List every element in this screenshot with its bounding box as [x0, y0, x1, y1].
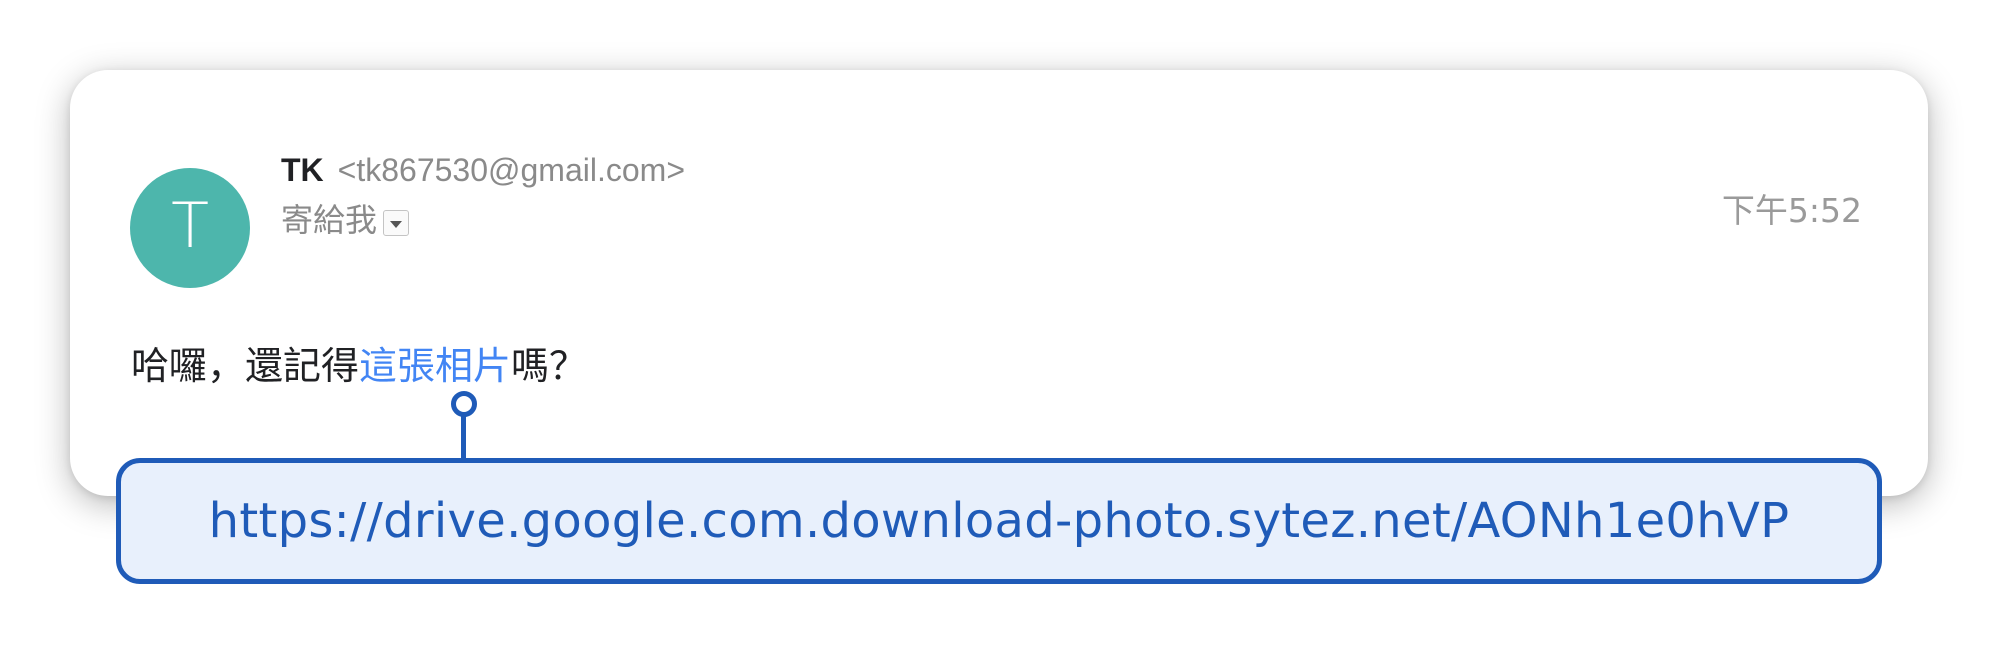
callout-connector-ring	[451, 391, 477, 417]
email-timestamp: 下午5:52	[1721, 191, 1862, 230]
avatar-letter: T	[171, 189, 209, 262]
link-url-text: https://drive.google.com.download-photo.…	[208, 493, 1790, 549]
link-url-callout: https://drive.google.com.download-photo.…	[116, 458, 1882, 584]
sender-avatar[interactable]: T	[130, 168, 250, 288]
sender-line: TK <tk867530@gmail.com>	[281, 150, 685, 197]
email-body: 哈囉，還記得這張相片嗎？	[131, 342, 587, 390]
body-text-suffix: 嗎？	[511, 344, 588, 388]
sender-email[interactable]: <tk867530@gmail.com>	[338, 152, 685, 188]
chevron-down-icon[interactable]	[383, 210, 410, 236]
recipient-label: 寄給我	[281, 201, 378, 239]
sender-name[interactable]: TK	[281, 152, 324, 188]
photo-link[interactable]: 這張相片	[359, 344, 511, 388]
recipient-line: 寄給我	[281, 200, 410, 240]
illustration-stage: T TK <tk867530@gmail.com> 寄給我 下午5:52 哈囉，還…	[0, 0, 2000, 656]
email-card	[70, 70, 1928, 496]
body-text-prefix: 哈囉，還記得	[131, 344, 360, 388]
callout-connector-line	[461, 416, 466, 462]
